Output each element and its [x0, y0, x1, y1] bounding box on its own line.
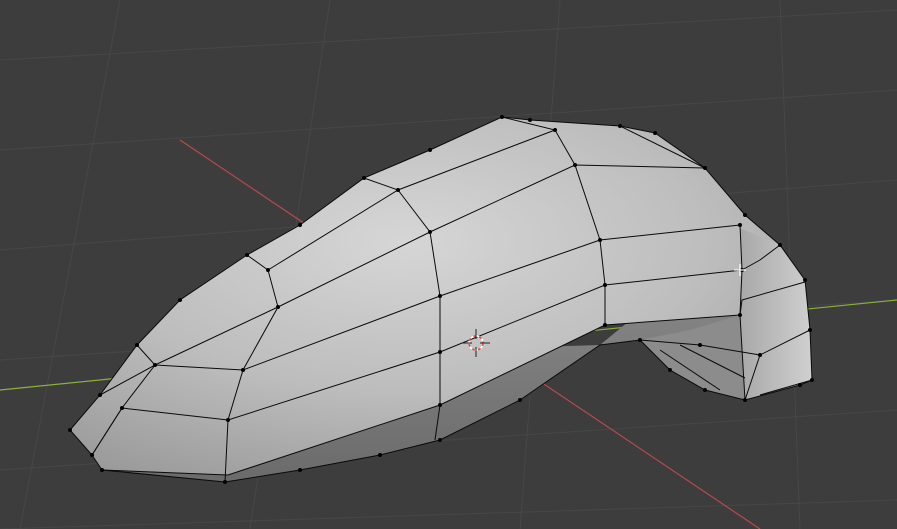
mesh-object[interactable]	[68, 115, 814, 484]
viewport-canvas[interactable]	[0, 0, 897, 529]
mesh-tail-face	[740, 228, 812, 400]
3d-viewport[interactable]	[0, 0, 897, 529]
